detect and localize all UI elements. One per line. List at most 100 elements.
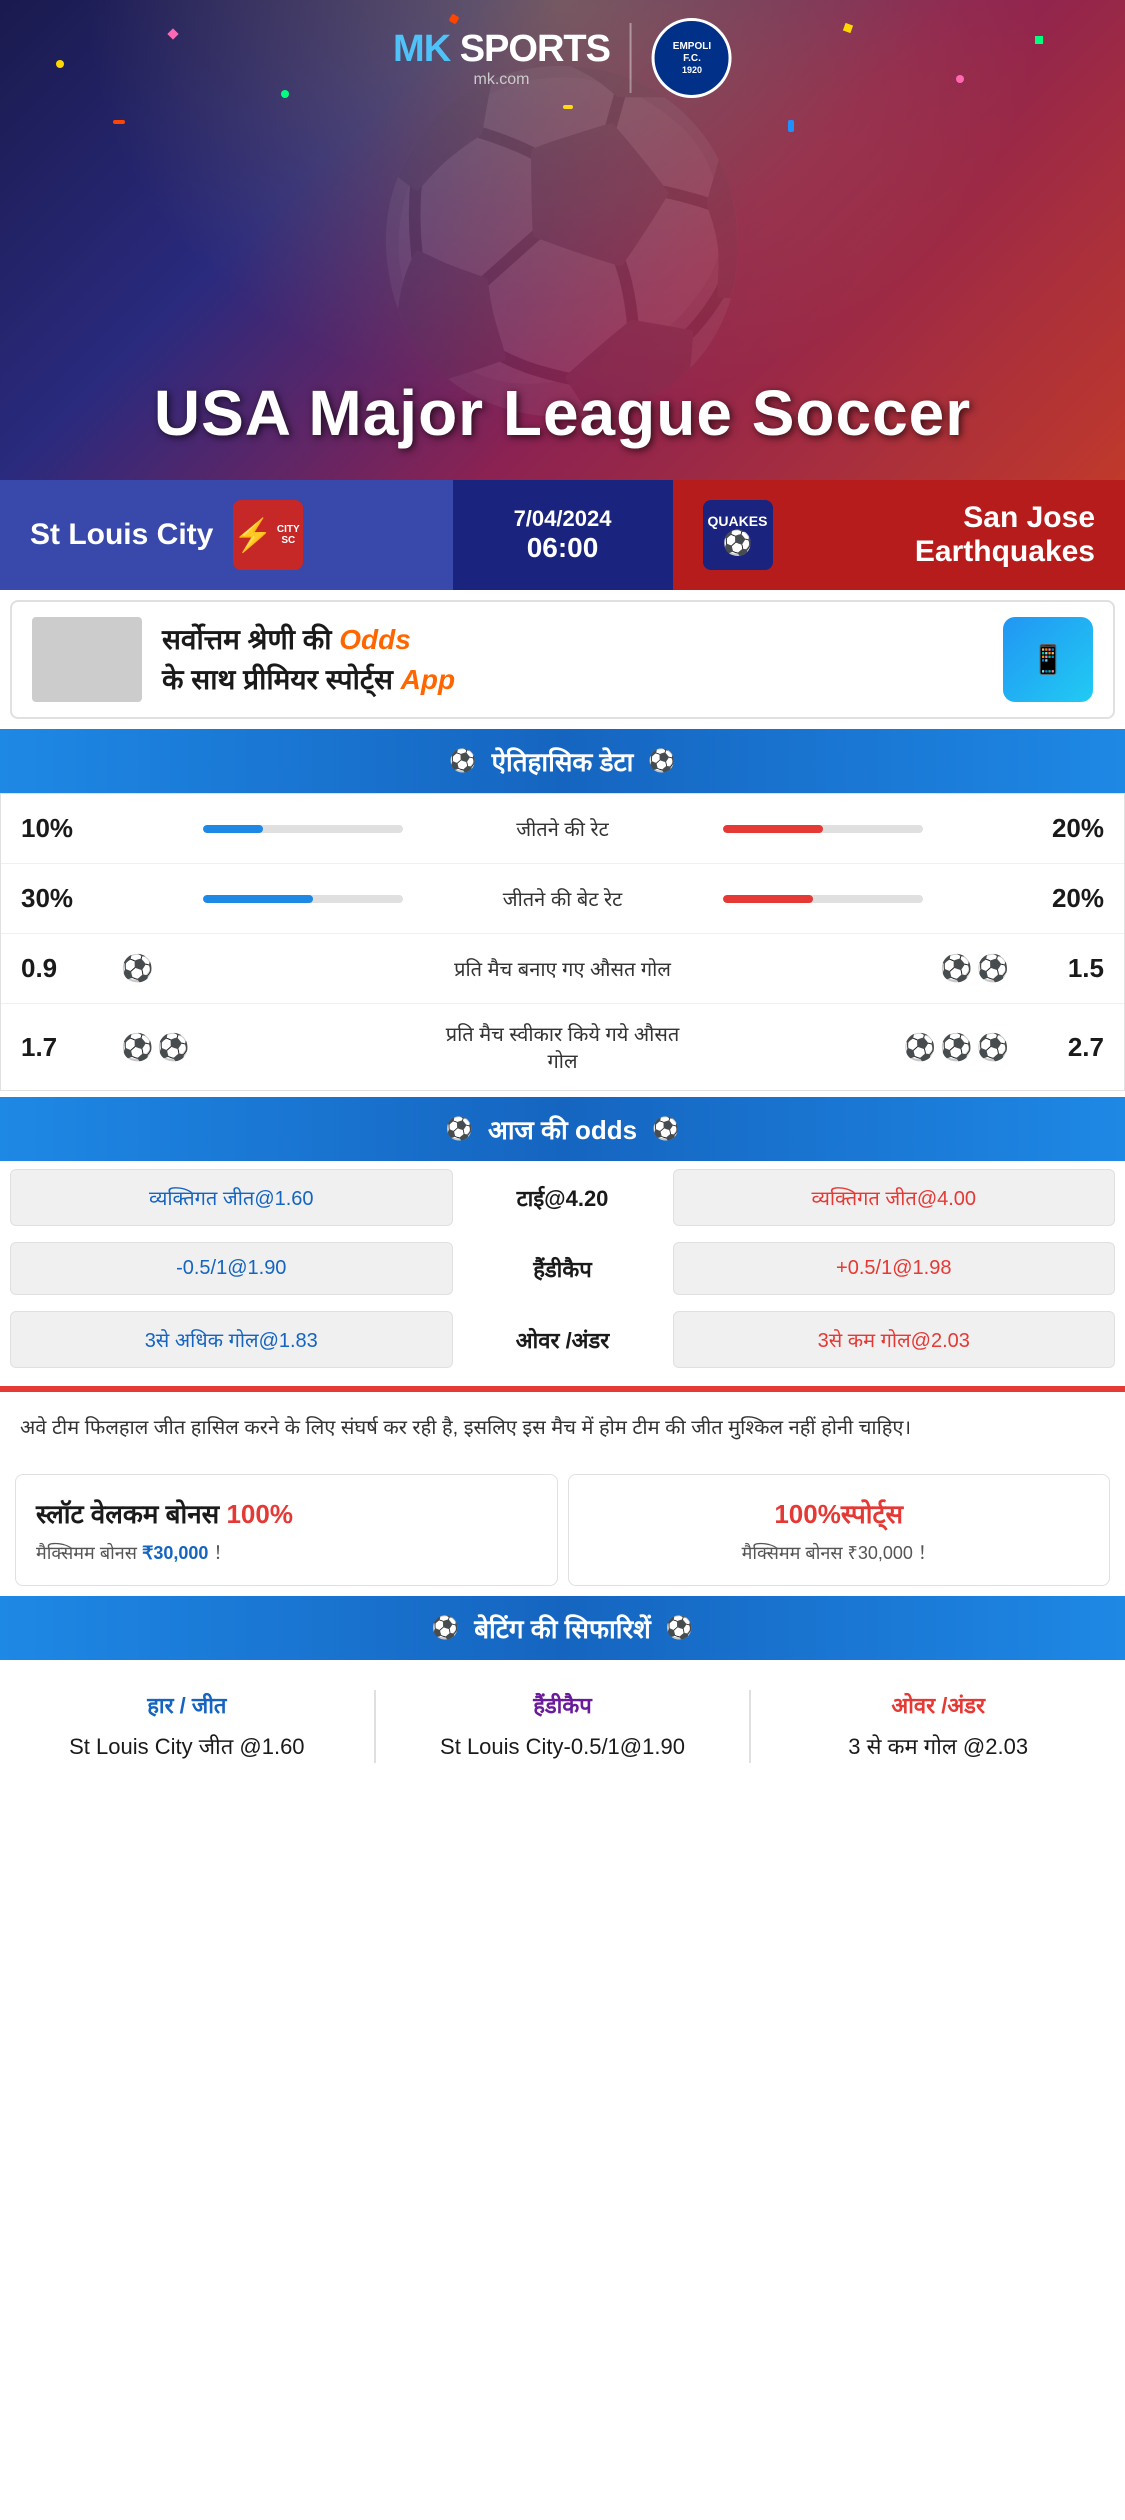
bonus-left-subtitle: मैक्सिमम बोनस ₹30,000 ！ — [36, 1539, 537, 1565]
stat-label-4: प्रति मैच स्वीकार किये गये औसत गोल — [433, 1020, 693, 1074]
odds-row-3: 3से अधिक गोल@1.83 ओवर /अंडर 3से कम गोल@2… — [10, 1303, 1115, 1376]
stat-right-val-3: 1.5 — [1024, 953, 1104, 984]
stat-row-bet-rate: 30% जीतने की बेट रेट 20% — [1, 864, 1124, 934]
rec-ball-right: ⚽ — [666, 1615, 693, 1641]
stat-right-bar-1 — [693, 825, 1025, 833]
rec-card-3: ओवर /अंडर 3 से कम गोल @2.03 — [761, 1680, 1115, 1773]
away-team-badge: QUAKES ⚽ — [703, 500, 773, 570]
stat-icons-left-3: ⚽ — [101, 953, 153, 984]
bar-fill-right-2 — [723, 895, 813, 903]
betting-rec-header: ⚽ बेटिंग की सिफारिशें ⚽ — [0, 1596, 1125, 1660]
hero-banner: MK SPORTS mk.com EMPOLIF.C. 1920 ⚽ USA M… — [0, 0, 1125, 480]
stat-right-section-1: 20% — [693, 813, 1105, 844]
rec-card-1: हार / जीत St Louis City जीत @1.60 — [10, 1680, 364, 1773]
stat-right-bar-2 — [693, 895, 1025, 903]
rec-type-2: हैंडीकैप — [396, 1690, 730, 1720]
app-word: App — [401, 664, 455, 695]
rec-card-2: हैंडीकैप St Louis City-0.5/1@1.90 — [386, 1680, 740, 1773]
bonus-card-right[interactable]: 100%स्पोर्ट्स मैक्सिमम बोनस ₹30,000 ！ — [568, 1474, 1111, 1586]
ball-icon-left-3-1: ⚽ — [121, 953, 153, 983]
odds-home-win-btn[interactable]: व्यक्तिगत जीत@1.60 — [10, 1169, 453, 1226]
bar-fill-left-1 — [203, 825, 263, 833]
odds-word: Odds — [339, 624, 411, 655]
hero-title: USA Major League Soccer — [0, 376, 1125, 450]
home-team-section: St Louis City ⚡ CITY SC — [0, 480, 453, 590]
promo-text: सर्वोत्तम श्रेणी की Oddsके साथ प्रीमियर … — [162, 620, 983, 698]
bar-track-right-2 — [723, 895, 923, 903]
odds-away-win-btn[interactable]: व्यक्तिगत जीत@4.00 — [673, 1169, 1116, 1226]
rec-row: हार / जीत St Louis City जीत @1.60 हैंडीक… — [10, 1670, 1115, 1783]
odds-header: ⚽ आज की odds ⚽ — [0, 1097, 1125, 1161]
stat-right-section-2: 20% — [693, 883, 1105, 914]
odds-section: व्यक्तिगत जीत@1.60 टाई@4.20 व्यक्तिगत जी… — [0, 1161, 1125, 1386]
bonus-left-amount: ₹30,000 — [142, 1543, 209, 1563]
betting-rec-section: हार / जीत St Louis City जीत @1.60 हैंडीक… — [0, 1660, 1125, 1793]
promo-image-placeholder — [32, 617, 142, 702]
rec-value-3: 3 से कम गोल @2.03 — [771, 1730, 1105, 1763]
match-bar: St Louis City ⚡ CITY SC 7/04/2024 06:00 … — [0, 480, 1125, 590]
bonus-right-title: 100%स्पोर्ट्स — [589, 1495, 1090, 1531]
ball-icon-right-4-2: ⚽ — [940, 1032, 972, 1063]
odds-tie-label: टाई@4.20 — [463, 1183, 663, 1213]
stat-right-val-2: 20% — [1024, 883, 1104, 914]
historical-header-text: ऐतिहासिक डेटा — [492, 743, 634, 779]
rec-value-2: St Louis City-0.5/1@1.90 — [396, 1730, 730, 1763]
bar-fill-right-1 — [723, 825, 823, 833]
historical-header: ⚽ ऐतिहासिक डेटा ⚽ — [0, 729, 1125, 793]
stat-left-section-1: 10% — [21, 813, 433, 844]
match-center: 7/04/2024 06:00 — [453, 480, 673, 590]
stat-icons-left-4: ⚽ ⚽ — [101, 1032, 190, 1063]
stat-left-val-4: 1.7 — [21, 1032, 101, 1063]
analysis-text: अवे टीम फिलहाल जीत हासिल करने के लिए संघ… — [0, 1392, 1125, 1464]
home-badge-text: CITY SC — [273, 524, 303, 546]
stat-left-val-3: 0.9 — [21, 953, 101, 984]
stat-left-bar-2 — [101, 895, 433, 903]
away-team-section: QUAKES ⚽ San Jose Earthquakes — [673, 480, 1125, 590]
away-team-name: San Jose Earthquakes — [793, 501, 1096, 569]
hero-title-area: USA Major League Soccer — [0, 376, 1125, 450]
rec-type-3: ओवर /अंडर — [771, 1690, 1105, 1720]
rec-divider-2 — [749, 1690, 751, 1763]
ball-icon-right-4-3: ⚽ — [977, 1032, 1009, 1063]
stat-right-section-4: ⚽ ⚽ ⚽ 2.7 — [693, 1032, 1105, 1063]
odds-over-btn[interactable]: 3से अधिक गोल@1.83 — [10, 1311, 453, 1368]
ball-icon-right-4-1: ⚽ — [904, 1032, 936, 1063]
odds-row-2: -0.5/1@1.90 हैंडीकैप +0.5/1@1.98 — [10, 1234, 1115, 1303]
stat-left-val-1: 10% — [21, 813, 101, 844]
bonus-card-left[interactable]: स्लॉट वेलकम बोनस 100% मैक्सिमम बोनस ₹30,… — [15, 1474, 558, 1586]
odds-handicap-right-btn[interactable]: +0.5/1@1.98 — [673, 1242, 1116, 1295]
historical-ball-left: ⚽ — [449, 748, 476, 774]
stat-left-section-4: 1.7 ⚽ ⚽ — [21, 1032, 433, 1063]
stat-label-1: जीतने की रेट — [433, 815, 693, 842]
rec-ball-left: ⚽ — [432, 1615, 459, 1641]
bar-track-left-1 — [203, 825, 403, 833]
bar-track-right-1 — [723, 825, 923, 833]
ball-icon-left-4-1: ⚽ — [121, 1032, 153, 1063]
stat-left-section-2: 30% — [21, 883, 433, 914]
betting-rec-header-text: बेटिंग की सिफारिशें — [474, 1610, 651, 1646]
bonus-left-pct: 100% — [226, 1499, 293, 1529]
ball-icon-right-3-1: ⚽ — [940, 953, 972, 984]
home-team-badge: ⚡ CITY SC — [233, 500, 303, 570]
rec-value-1: St Louis City जीत @1.60 — [20, 1730, 354, 1763]
odds-handicap-label: हैंडीकैप — [463, 1254, 663, 1284]
match-time: 06:00 — [527, 532, 599, 564]
stat-label-3: प्रति मैच बनाए गए औसत गोल — [433, 955, 693, 982]
odds-under-btn[interactable]: 3से कम गोल@2.03 — [673, 1311, 1116, 1368]
historical-ball-right: ⚽ — [648, 748, 675, 774]
stat-right-val-1: 20% — [1024, 813, 1104, 844]
stat-row-goals-scored: 0.9 ⚽ प्रति मैच बनाए गए औसत गोल ⚽ ⚽ 1.5 — [1, 934, 1124, 1004]
odds-handicap-left-btn[interactable]: -0.5/1@1.90 — [10, 1242, 453, 1295]
odds-header-text: आज की odds — [488, 1111, 637, 1147]
bar-fill-left-2 — [203, 895, 313, 903]
stat-left-section-3: 0.9 ⚽ — [21, 953, 433, 984]
stat-row-goals-conceded: 1.7 ⚽ ⚽ प्रति मैच स्वीकार किये गये औसत ग… — [1, 1004, 1124, 1090]
bonus-right-subtitle: मैक्सिमम बोनस ₹30,000 ！ — [589, 1539, 1090, 1565]
odds-row-1: व्यक्तिगत जीत@1.60 टाई@4.20 व्यक्तिगत जी… — [10, 1161, 1115, 1234]
stat-row-win-rate: 10% जीतने की रेट 20% — [1, 794, 1124, 864]
stat-icons-right-4: ⚽ ⚽ ⚽ — [904, 1032, 1024, 1063]
promo-app-icon: 📱 — [1003, 617, 1093, 702]
bonus-left-title: स्लॉट वेलकम बोनस 100% — [36, 1495, 537, 1531]
rec-type-1: हार / जीत — [20, 1690, 354, 1720]
promo-banner[interactable]: सर्वोत्तम श्रेणी की Oddsके साथ प्रीमियर … — [10, 600, 1115, 719]
